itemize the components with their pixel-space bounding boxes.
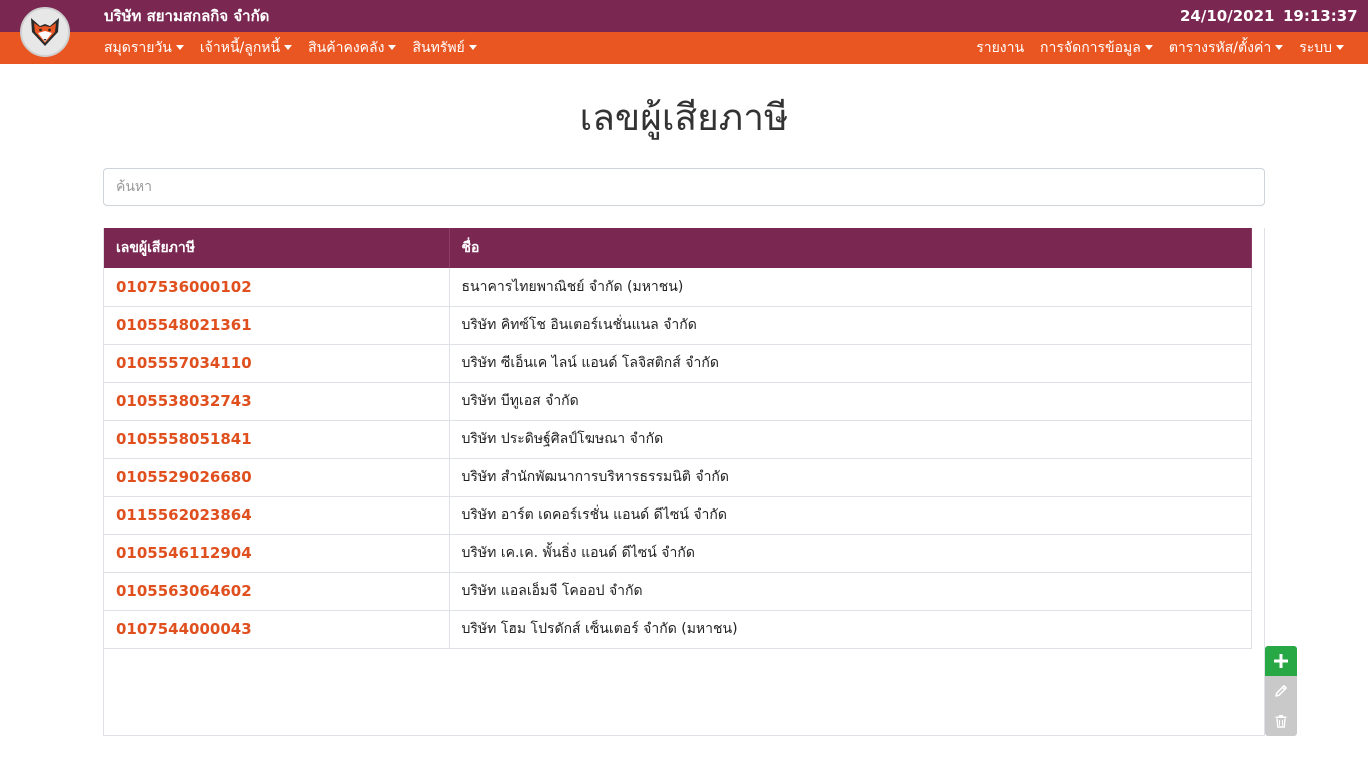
tax-id-cell[interactable]: 0115562023864 xyxy=(104,496,450,535)
tax-id-cell[interactable]: 0105538032743 xyxy=(104,382,450,421)
tax-id-table-container[interactable]: เลขผู้เสียภาษี ชื่อ 0107536000102 ธนาคารไ… xyxy=(103,228,1265,736)
delete-button[interactable] xyxy=(1265,706,1297,736)
nav-item-reports[interactable]: รายงาน xyxy=(976,37,1024,59)
caret-down-icon xyxy=(1144,45,1153,50)
plus-icon xyxy=(1274,654,1288,668)
nav-item-journal[interactable]: สมุดรายวัน xyxy=(104,37,184,59)
table-row[interactable]: 0105548021361 บริษัท คิทซ์โช อินเตอร์เนชั… xyxy=(104,306,1252,345)
nav-item-payables-receivables[interactable]: เจ้าหนี้/ลูกหนี้ xyxy=(200,37,293,59)
caret-down-icon xyxy=(1275,45,1284,50)
column-header-tax-id[interactable]: เลขผู้เสียภาษี xyxy=(104,228,450,268)
fox-logo-icon xyxy=(31,18,59,46)
tax-id-cell[interactable]: 0105546112904 xyxy=(104,534,450,573)
name-cell: บริษัท สำนักพัฒนาการบริหารธรรมนิติ จำกัด xyxy=(449,458,1252,497)
current-time: 19:13:37 xyxy=(1283,7,1358,25)
name-cell: บริษัท คิทซ์โช อินเตอร์เนชั่นแนล จำกัด xyxy=(449,306,1252,345)
nav-item-inventory[interactable]: สินค้าคงคลัง xyxy=(308,37,397,59)
column-header-name[interactable]: ชื่อ xyxy=(449,228,1252,268)
name-cell: บริษัท ซีเอ็นเค ไลน์ แอนด์ โลจิสติกส์ จำ… xyxy=(449,344,1252,383)
table-row[interactable]: 0105529026680 บริษัท สำนักพัฒนาการบริหารธ… xyxy=(104,458,1252,497)
nav-menu-right: รายงาน การจัดการข้อมูล ตารางรหัส/ตั้งค่า… xyxy=(960,32,1344,64)
tax-id-cell[interactable]: 0105529026680 xyxy=(104,458,450,497)
name-cell: บริษัท บีทูเอส จำกัด xyxy=(449,382,1252,421)
add-button[interactable] xyxy=(1265,646,1297,676)
table-row[interactable]: 0107544000043 บริษัท โฮม โปรดักส์ เซ็นเตอ… xyxy=(104,610,1252,649)
edit-button[interactable] xyxy=(1265,676,1297,706)
name-cell: บริษัท อาร์ต เดคอร์เรชั่น แอนด์ ดีไซน์ จ… xyxy=(449,496,1252,535)
name-cell: ธนาคารไทยพาณิชย์ จำกัด (มหาชน) xyxy=(449,268,1252,307)
pencil-icon xyxy=(1275,685,1287,697)
name-cell: บริษัท โฮม โปรดักส์ เซ็นเตอร์ จำกัด (มหา… xyxy=(449,610,1252,649)
tax-id-table: เลขผู้เสียภาษี ชื่อ 0107536000102 ธนาคารไ… xyxy=(104,228,1252,649)
nav-item-code-tables-settings[interactable]: ตารางรหัส/ตั้งค่า xyxy=(1169,37,1284,59)
nav-menu-left: สมุดรายวัน เจ้าหนี้/ลูกหนี้ สินค้าคงคลัง… xyxy=(104,32,493,64)
company-name: บริษัท สยามสกลกิจ จำกัด xyxy=(104,7,270,25)
trash-icon xyxy=(1275,715,1287,728)
name-cell: บริษัท เค.เค. พั้นธิ่ง แอนด์ ดีไซน์ จำกั… xyxy=(449,534,1252,573)
tax-id-cell[interactable]: 0107544000043 xyxy=(104,610,450,649)
nav-item-system[interactable]: ระบบ xyxy=(1299,37,1344,59)
table-row[interactable]: 0107536000102 ธนาคารไทยพาณิชย์ จำกัด (มหา… xyxy=(104,268,1252,307)
caret-down-icon xyxy=(388,45,397,50)
table-header-row: เลขผู้เสียภาษี ชื่อ xyxy=(104,228,1252,268)
tax-id-cell[interactable]: 0105563064602 xyxy=(104,572,450,611)
tax-id-cell[interactable]: 0105557034110 xyxy=(104,344,450,383)
table-row[interactable]: 0105538032743 บริษัท บีทูเอส จำกัด xyxy=(104,382,1252,421)
nav-item-assets[interactable]: สินทรัพย์ xyxy=(412,37,477,59)
page-title: เลขผู้เสียภาษี xyxy=(579,96,789,139)
app-logo[interactable] xyxy=(20,7,70,57)
caret-down-icon xyxy=(175,45,184,50)
table-row[interactable]: 0105546112904 บริษัท เค.เค. พั้นธิ่ง แอนด… xyxy=(104,534,1252,573)
nav-item-data-management[interactable]: การจัดการข้อมูล xyxy=(1040,37,1153,59)
name-cell: บริษัท ประดิษฐ์ศิลป์โฆษณา จำกัด xyxy=(449,420,1252,459)
table-row[interactable]: 0115562023864 บริษัท อาร์ต เดคอร์เรชั่น แ… xyxy=(104,496,1252,535)
tax-id-cell[interactable]: 0105558051841 xyxy=(104,420,450,459)
current-date: 24/10/2021 xyxy=(1180,7,1275,25)
table-row[interactable]: 0105557034110 บริษัท ซีเอ็นเค ไลน์ แอนด์ … xyxy=(104,344,1252,383)
table-row[interactable]: 0105558051841 บริษัท ประดิษฐ์ศิลป์โฆษณา จ… xyxy=(104,420,1252,459)
tax-id-cell[interactable]: 0105548021361 xyxy=(104,306,450,345)
caret-down-icon xyxy=(284,45,293,50)
caret-down-icon xyxy=(468,45,477,50)
search-input[interactable] xyxy=(103,168,1265,206)
tax-id-cell[interactable]: 0107536000102 xyxy=(104,268,450,307)
name-cell: บริษัท แอลเอ็มจี โคออป จำกัด xyxy=(449,572,1252,611)
caret-down-icon xyxy=(1336,45,1344,50)
table-row[interactable]: 0105563064602 บริษัท แอลเอ็มจี โคออป จำกั… xyxy=(104,572,1252,611)
